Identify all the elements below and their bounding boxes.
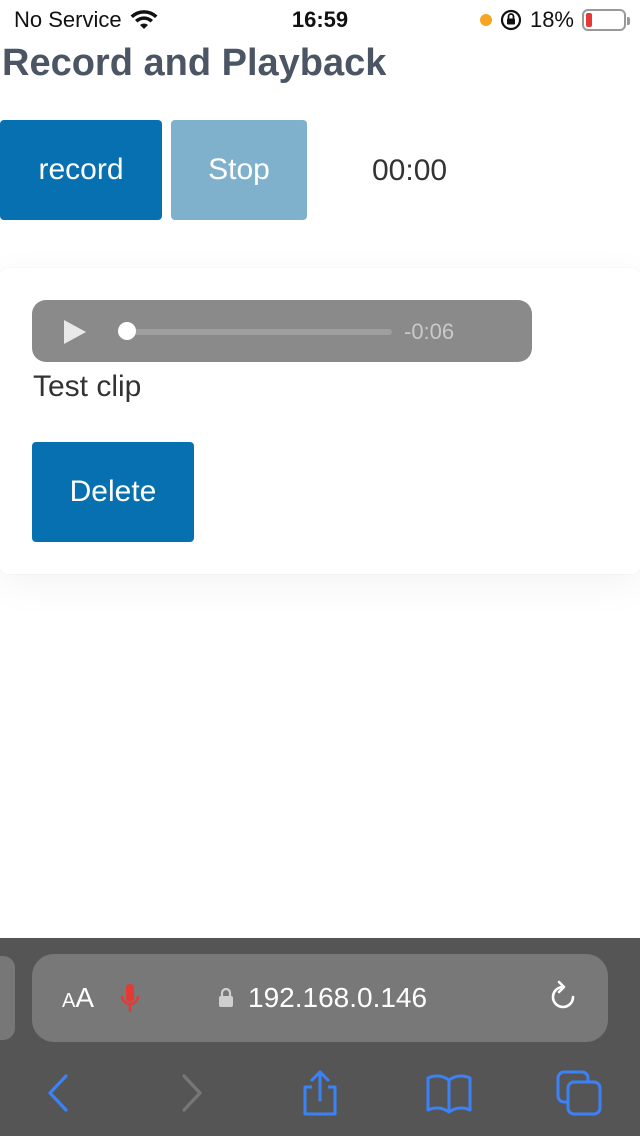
play-icon[interactable] xyxy=(64,320,86,344)
delete-button[interactable]: Delete xyxy=(32,442,194,542)
recording-timer: 00:00 xyxy=(372,154,448,187)
battery-percent: 18% xyxy=(529,7,574,32)
clip-label: Test clip xyxy=(33,370,142,403)
audio-player[interactable]: -0:06 xyxy=(32,300,532,362)
bookmarks-icon[interactable] xyxy=(426,1070,472,1116)
carrier-text: No Service xyxy=(14,7,122,32)
clip-card: -0:06 Test clip Delete xyxy=(0,268,640,574)
stop-button[interactable]: Stop xyxy=(171,120,307,220)
text-size-large: A xyxy=(75,982,95,1013)
progress-knob[interactable] xyxy=(118,322,136,340)
progress-track[interactable] xyxy=(126,329,392,335)
back-icon[interactable] xyxy=(36,1070,82,1116)
reload-icon[interactable] xyxy=(546,980,580,1014)
text-size-button[interactable]: AA xyxy=(62,982,94,1014)
recorder-controls: record Stop 00:00 xyxy=(0,120,640,220)
battery-icon xyxy=(582,9,630,31)
forward-icon[interactable] xyxy=(168,1070,214,1116)
wifi-icon xyxy=(130,10,158,29)
lock-icon xyxy=(219,988,233,1007)
time-remaining: -0:06 xyxy=(404,319,455,344)
status-bar: No Service 16:59 18% xyxy=(0,0,640,40)
url-text[interactable]: 192.168.0.146 xyxy=(248,982,427,1014)
page-title: Record and Playback xyxy=(2,42,387,84)
orientation-lock-icon xyxy=(500,9,522,31)
previous-tab-edge[interactable] xyxy=(0,956,15,1040)
battery-fill xyxy=(586,13,592,27)
address-bar[interactable]: AA 192.168.0.146 xyxy=(32,954,608,1042)
text-size-small: A xyxy=(62,990,76,1012)
browser-toolbar: AA 192.168.0.146 xyxy=(0,938,640,1136)
status-right: 18% xyxy=(479,7,630,33)
status-left: No Service xyxy=(14,7,214,33)
orange-dot xyxy=(479,14,492,26)
tabs-icon[interactable] xyxy=(556,1070,602,1116)
mic-icon[interactable] xyxy=(120,982,140,1014)
share-icon[interactable] xyxy=(297,1070,343,1116)
record-button[interactable]: record xyxy=(0,120,162,220)
